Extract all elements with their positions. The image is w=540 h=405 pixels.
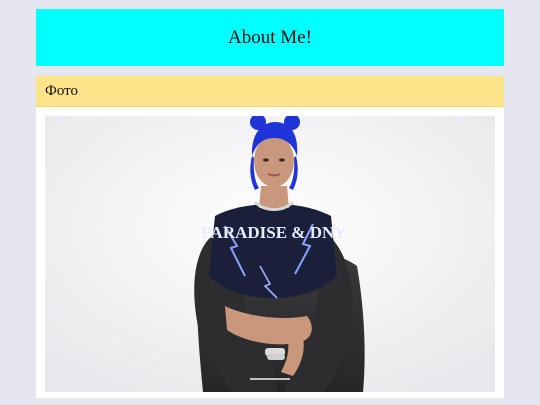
profile-photo: PARADISE & DNY [45, 116, 495, 392]
page-title: About Me! [228, 26, 312, 48]
photo-section: Фото PARADISE & DNY [36, 76, 504, 398]
section-heading: Фото [36, 76, 504, 107]
section-heading-label: Фото [45, 82, 79, 99]
page-header: About Me! [36, 9, 504, 66]
shirt-print: PARADISE & DNY [201, 223, 346, 242]
photo-illustration: PARADISE & DNY [45, 116, 495, 392]
